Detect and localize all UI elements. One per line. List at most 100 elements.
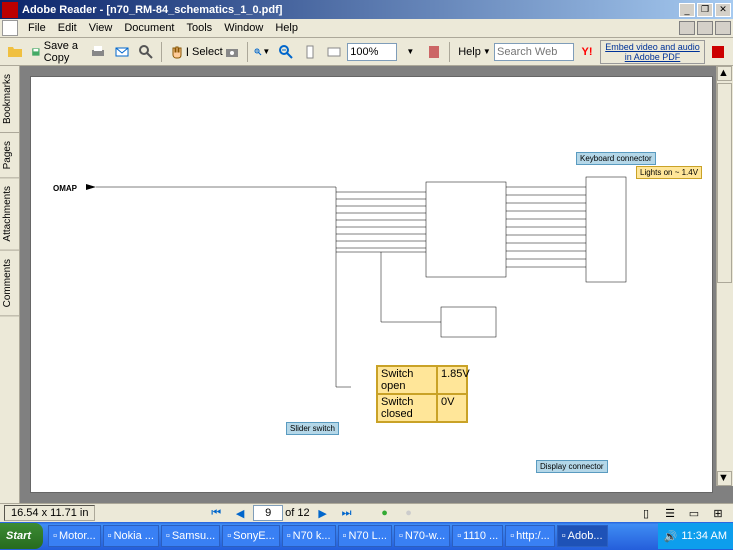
save-icon <box>31 44 41 60</box>
pdf-page: OMAP Keyboard connector Lights on ~ 1.4V… <box>30 76 713 493</box>
select-tool-button[interactable]: ISelect <box>190 41 219 63</box>
search-button[interactable] <box>135 41 157 63</box>
taskbar-item[interactable]: ▫1110 ... <box>452 525 503 547</box>
taskbar-item[interactable]: ▫N70 k... <box>282 525 336 547</box>
back-button[interactable]: ● <box>374 502 396 524</box>
zoom-input[interactable] <box>347 43 397 61</box>
start-button[interactable]: Start <box>0 523 43 549</box>
app-icon: ▫ <box>53 530 57 542</box>
page-number-input[interactable] <box>253 505 283 521</box>
adobe-icon <box>710 44 726 60</box>
taskbar-item[interactable]: ▫N70 L... <box>338 525 392 547</box>
prev-page-button[interactable]: ◀ <box>229 502 251 524</box>
last-page-button[interactable]: ⏭ <box>336 502 358 524</box>
vertical-scrollbar[interactable]: ▲ ▼ <box>716 66 733 486</box>
app-icon: ▫ <box>166 530 170 542</box>
hand-tool-button[interactable] <box>166 41 188 63</box>
hand-icon <box>169 44 185 60</box>
camera-icon <box>224 44 240 60</box>
taskbar-item[interactable]: ▫SonyE... <box>222 525 279 547</box>
tab-attachments[interactable]: Attachments <box>0 178 19 251</box>
menu-window[interactable]: Window <box>218 20 269 36</box>
fit-page-button[interactable] <box>299 41 321 63</box>
taskbar-item-label: Samsu... <box>172 530 215 542</box>
schematic-wires <box>31 77 712 492</box>
help-label: Help <box>458 46 481 58</box>
taskbar-item-label: Adob... <box>568 530 603 542</box>
close-button[interactable]: ✕ <box>715 3 731 17</box>
switch-open-label: Switch open <box>377 366 437 394</box>
minimize-button[interactable]: _ <box>679 3 695 17</box>
menu-view[interactable]: View <box>83 20 119 36</box>
taskbar-item[interactable]: ▫N70-w... <box>394 525 450 547</box>
text-cursor-icon: I <box>186 45 189 59</box>
tab-bookmarks[interactable]: Bookmarks <box>0 66 19 133</box>
open-button[interactable] <box>4 41 26 63</box>
app-icon: ▫ <box>108 530 112 542</box>
taskbar-item[interactable]: ▫Samsu... <box>161 525 220 547</box>
menu-file[interactable]: File <box>22 20 52 36</box>
start-label: Start <box>6 530 31 542</box>
snapshot-button[interactable] <box>221 41 243 63</box>
page-total-label: of 12 <box>285 507 309 519</box>
book-icon <box>426 44 442 60</box>
tab-pages[interactable]: Pages <box>0 133 19 178</box>
doc-minimize-button[interactable] <box>679 21 695 35</box>
web-search-input[interactable] <box>494 43 574 61</box>
taskbar-item[interactable]: ▫http:/... <box>505 525 555 547</box>
continuous-button[interactable]: ☰ <box>659 502 681 524</box>
printer-icon <box>90 44 106 60</box>
taskbar-item-label: N70 k... <box>293 530 331 542</box>
email-button[interactable] <box>111 41 133 63</box>
omap-label: OMAP <box>53 184 77 193</box>
taskbar-item[interactable]: ▫Nokia ... <box>103 525 159 547</box>
zoom-out-icon <box>278 44 294 60</box>
taskbar-item-label: Nokia ... <box>114 530 154 542</box>
embed-button[interactable]: Embed video and audio in Adobe PDF <box>600 40 705 64</box>
scroll-thumb[interactable] <box>717 83 732 283</box>
app-icon: ▫ <box>343 530 347 542</box>
zoom-out-button[interactable] <box>275 41 297 63</box>
taskbar-item-label: N70-w... <box>405 530 445 542</box>
zoom-dropdown[interactable]: ▼ <box>399 41 421 63</box>
fit-width-button[interactable] <box>323 41 345 63</box>
menu-help[interactable]: Help <box>269 20 304 36</box>
print-button[interactable] <box>87 41 109 63</box>
page-size-label: 16.54 x 11.71 in <box>4 505 95 521</box>
next-page-button[interactable]: ▶ <box>312 502 334 524</box>
app-icon: ▫ <box>399 530 403 542</box>
single-page-button[interactable]: ▯ <box>635 502 657 524</box>
scroll-up-button[interactable]: ▲ <box>717 66 732 81</box>
scroll-down-button[interactable]: ▼ <box>717 471 732 486</box>
taskbar-item[interactable]: ▫Motor... <box>48 525 101 547</box>
taskbar: Start ▫Motor...▫Nokia ...▫Samsu...▫SonyE… <box>0 522 733 550</box>
adobe-button[interactable] <box>707 41 729 63</box>
taskbar-item-label: Motor... <box>59 530 96 542</box>
ebook-button[interactable] <box>423 41 445 63</box>
menu-document[interactable]: Document <box>118 20 180 36</box>
continuous-facing-button[interactable]: ⊞ <box>707 502 729 524</box>
app-icon: ▫ <box>227 530 231 542</box>
taskbar-item-label: N70 L... <box>348 530 387 542</box>
select-label: Select <box>192 46 223 58</box>
document-view[interactable]: OMAP Keyboard connector Lights on ~ 1.4V… <box>20 66 733 503</box>
yahoo-search-button[interactable]: Y! <box>576 41 598 63</box>
yahoo-icon: Y! <box>582 46 593 58</box>
tab-comments[interactable]: Comments <box>0 251 19 316</box>
doc-restore-button[interactable] <box>697 21 713 35</box>
taskbar-item[interactable]: ▫Adob... <box>557 525 608 547</box>
doc-close-button[interactable] <box>715 21 731 35</box>
menu-edit[interactable]: Edit <box>52 20 83 36</box>
system-tray[interactable]: 🔊 11:34 AM <box>658 523 733 549</box>
taskbar-item-label: SonyE... <box>233 530 275 542</box>
save-copy-button[interactable]: Save a Copy <box>28 41 85 63</box>
help-button[interactable]: ?Help▼ <box>454 41 492 63</box>
first-page-button[interactable]: ⏮ <box>205 502 227 524</box>
menu-tools[interactable]: Tools <box>181 20 219 36</box>
forward-button[interactable]: ● <box>398 502 420 524</box>
statusbar: 16.54 x 11.71 in ⏮ ◀ of 12 ▶ ⏭ ● ● ▯ ☰ ▭… <box>0 503 733 522</box>
restore-button[interactable]: ❐ <box>697 3 713 17</box>
zoom-in-button[interactable]: ▼ <box>251 41 273 63</box>
fit-page-icon <box>302 44 318 60</box>
facing-button[interactable]: ▭ <box>683 502 705 524</box>
